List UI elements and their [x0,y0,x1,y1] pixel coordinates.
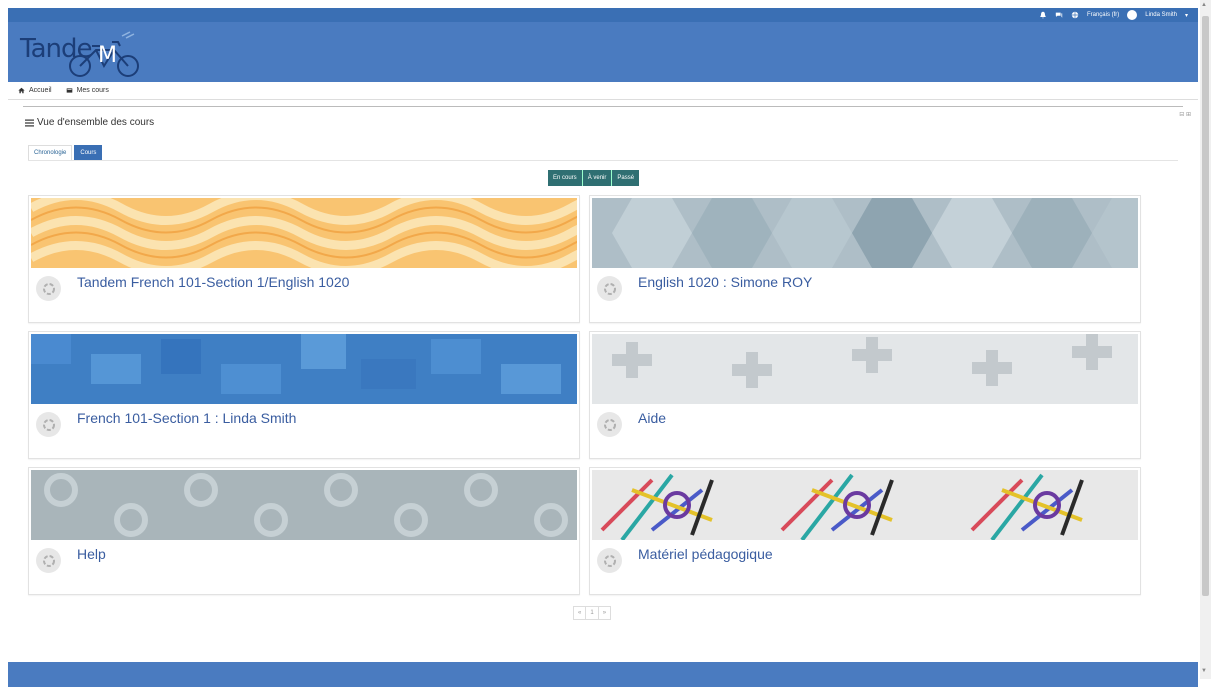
pagination-prev[interactable]: « [574,607,587,619]
course-image[interactable] [31,334,577,404]
language-menu[interactable]: Français (fr) [1087,12,1119,18]
svg-text:M: M [98,43,117,68]
course-default-icon [603,282,616,295]
tab-courses[interactable]: Cours [74,145,103,161]
block-title: Vue d'ensemble des cours [25,117,154,128]
course-icon [597,548,622,573]
course-filter-group: En cours À venir Passé [548,170,640,186]
nav-bar: Accueil Mes cours [8,82,1198,100]
scroll-up-arrow[interactable]: ▲ [1201,2,1207,8]
nav-home[interactable]: Accueil [18,87,52,94]
user-name[interactable]: Linda Smith [1145,12,1177,18]
filter-future-button[interactable]: À venir [582,170,613,186]
site-footer [8,662,1198,687]
course-card[interactable]: Tandem French 101-Section 1/English 1020 [28,195,580,323]
chevron-down-icon[interactable]: ▾ [1185,12,1188,19]
course-default-icon [603,554,616,567]
page: Français (fr) Linda Smith ▾ Tande M Accu… [8,8,1198,687]
filter-past-button[interactable]: Passé [612,170,640,186]
course-card[interactable]: Aide [589,331,1141,459]
course-card[interactable]: French 101-Section 1 : Linda Smith [28,331,580,459]
course-default-icon [42,418,55,431]
tabs-divider [28,160,1178,161]
course-icon [597,276,622,301]
filter-in-progress-button[interactable]: En cours [548,170,583,186]
course-title[interactable]: Aide [638,410,666,426]
page-scrollbar[interactable]: ▲ ▼ [1200,0,1211,679]
nav-my-courses[interactable]: Mes cours [66,87,109,94]
bell-icon[interactable] [1039,11,1047,19]
block-controls[interactable]: ⊟ ⊞ [1179,111,1191,118]
site-logo[interactable]: Tande M [18,28,148,78]
user-menu-area: Français (fr) Linda Smith ▾ [1039,9,1188,21]
home-icon [18,87,25,94]
nav-my-courses-label: Mes cours [76,87,109,94]
scroll-thumb[interactable] [1202,16,1209,596]
pagination-page[interactable]: 1 [586,607,599,619]
course-card[interactable]: Help [28,467,580,595]
course-title[interactable]: French 101-Section 1 : Linda Smith [77,410,296,426]
bicycle-logo-icon: M [69,31,139,77]
course-image[interactable] [31,470,577,540]
course-image[interactable] [592,470,1138,540]
pagination: « 1 » [573,606,612,620]
messages-icon[interactable] [1055,11,1063,19]
course-icon [597,412,622,437]
course-image[interactable] [31,198,577,268]
globe-icon [1071,11,1079,19]
course-icon [36,412,61,437]
course-image[interactable] [592,334,1138,404]
course-card[interactable]: Matériel pédagogique [589,467,1141,595]
course-title[interactable]: Tandem French 101-Section 1/English 1020 [77,274,349,290]
list-icon [25,119,34,126]
course-default-icon [603,418,616,431]
course-card[interactable]: English 1020 : Simone ROY [589,195,1141,323]
nav-home-label: Accueil [29,87,52,94]
pagination-next[interactable]: » [599,607,610,619]
course-title[interactable]: Help [77,546,106,562]
view-tabs: Chronologie Cours [28,145,103,161]
course-title[interactable]: Matériel pédagogique [638,546,773,562]
top-bar: Français (fr) Linda Smith ▾ [8,8,1198,22]
course-default-icon [42,282,55,295]
course-image[interactable] [592,198,1138,268]
course-title[interactable]: English 1020 : Simone ROY [638,274,812,290]
site-header: Tande M [8,22,1198,82]
course-icon [36,276,61,301]
tab-timeline[interactable]: Chronologie [28,145,73,161]
avatar[interactable] [1127,10,1138,20]
block-title-text: Vue d'ensemble des cours [37,117,155,128]
course-default-icon [42,554,55,567]
courses-icon [66,88,72,93]
course-icon [36,548,61,573]
scroll-down-arrow[interactable]: ▼ [1201,668,1207,674]
